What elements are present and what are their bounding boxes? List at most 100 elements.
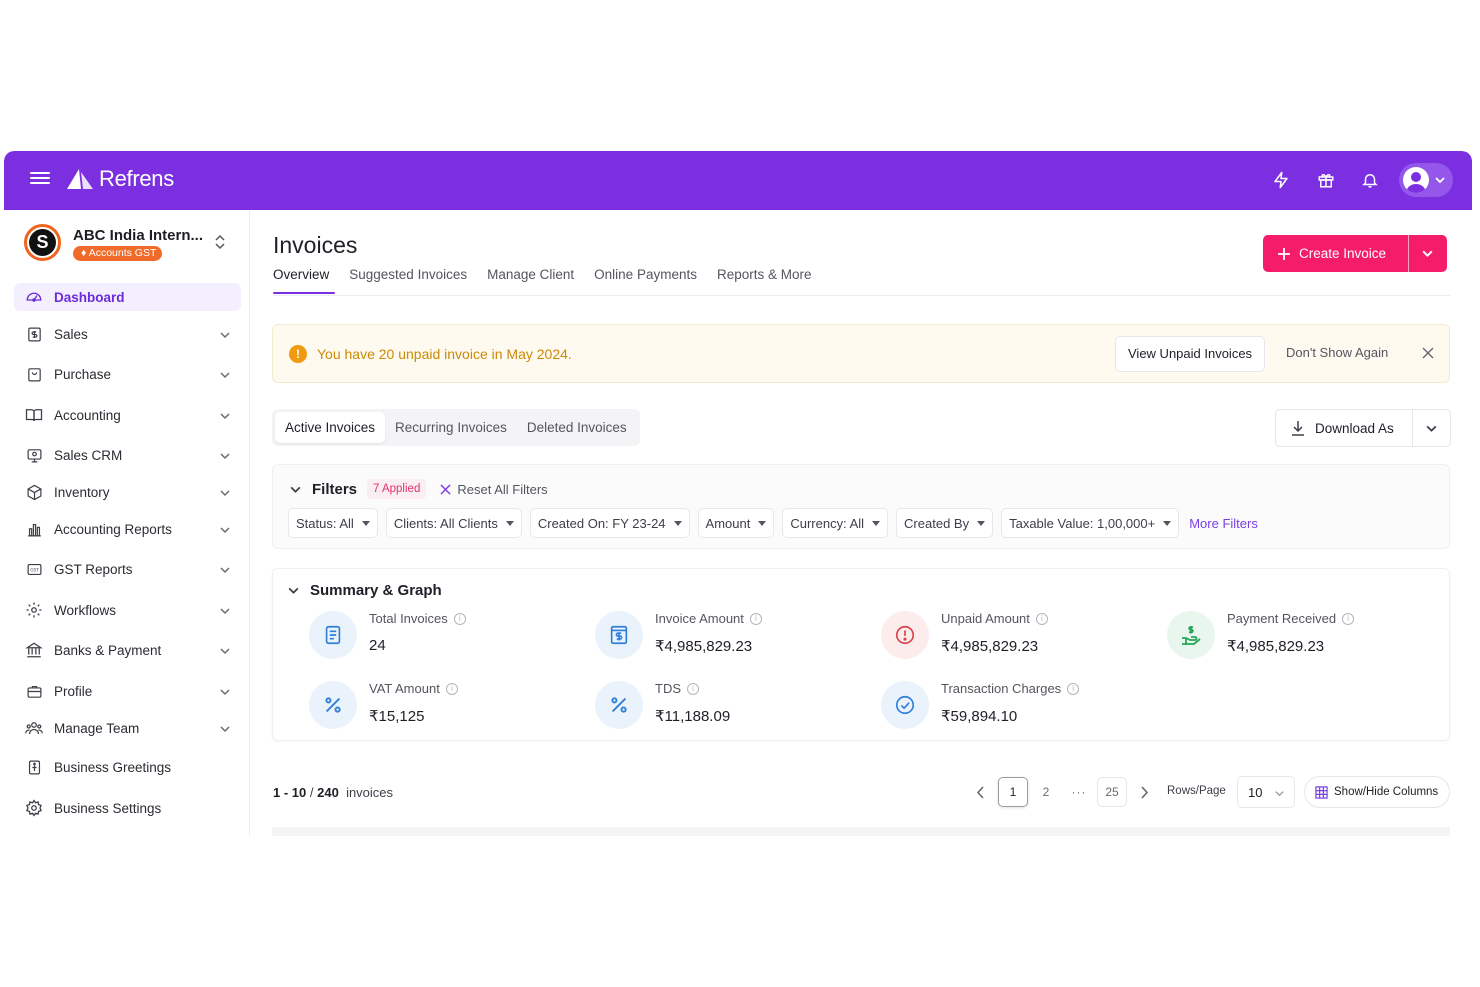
hamburger-menu-icon[interactable] [30, 169, 50, 189]
tab-recurring-invoices[interactable]: Recurring Invoices [385, 412, 517, 443]
create-invoice-button[interactable]: Create Invoice [1263, 235, 1409, 272]
sidebar-item-label: Inventory [54, 484, 110, 500]
chevron-down-icon[interactable] [219, 604, 231, 622]
info-icon[interactable]: i [1035, 612, 1048, 625]
sidebar-item-profile[interactable]: Profile [14, 677, 241, 705]
diamond-icon: ♦ [81, 247, 89, 259]
sidebar-item-manage-team[interactable]: Manage Team [14, 714, 241, 742]
team-icon [24, 718, 44, 738]
dollar-bill-icon [595, 611, 643, 659]
close-icon[interactable] [1421, 346, 1435, 365]
tabs-divider [273, 295, 1450, 296]
brand-name: Refrens [99, 166, 174, 191]
stat-label: TDS i [655, 681, 699, 696]
chevron-down-icon[interactable] [219, 563, 231, 581]
columns-grid-icon [1315, 785, 1328, 799]
rows-per-page-label: Rows/Page [1167, 785, 1226, 797]
sidebar-item-dashboard[interactable]: Dashboard [14, 283, 241, 311]
chevron-down-icon[interactable] [219, 368, 231, 386]
chevron-down-icon[interactable] [219, 523, 231, 541]
page-title: Invoices [273, 232, 358, 258]
download-dropdown[interactable] [1413, 422, 1450, 435]
sidebar-item-inventory[interactable]: Inventory [14, 478, 241, 506]
chevron-down-icon[interactable] [219, 328, 231, 346]
filter-created-on[interactable]: Created On: FY 23-24 [529, 508, 690, 538]
chevron-down-icon[interactable] [219, 644, 231, 662]
download-as-split-button: Download As [1275, 409, 1451, 447]
info-icon[interactable]: i [453, 612, 466, 625]
tab-deleted-invoices[interactable]: Deleted Invoices [517, 412, 637, 443]
gift-icon[interactable] [1314, 168, 1338, 192]
stat-value: ₹15,125 [369, 708, 425, 725]
page-25-button[interactable]: 25 [1097, 777, 1127, 807]
sidebar-item-sales-crm[interactable]: Sales CRM [14, 441, 241, 469]
bell-icon[interactable] [1358, 168, 1382, 192]
sidebar-item-accounting[interactable]: Accounting [14, 401, 241, 429]
tab-reports-more[interactable]: Reports & More [717, 267, 812, 294]
tab-active-invoices[interactable]: Active Invoices [275, 412, 386, 443]
tab-online-payments[interactable]: Online Payments [594, 267, 697, 294]
tab-manage-client[interactable]: Manage Client [487, 267, 574, 294]
sidebar-item-purchase[interactable]: Purchase [14, 360, 241, 388]
page-tabs: Overview Suggested Invoices Manage Clien… [273, 267, 832, 294]
sidebar-item-business-greetings[interactable]: Business Greetings [14, 753, 241, 781]
summary-header[interactable]: Summary & Graph [287, 582, 442, 599]
sidebar-item-gst-reports[interactable]: GST GST Reports [14, 555, 241, 583]
sidebar-item-accounting-reports[interactable]: Accounting Reports [14, 515, 241, 543]
view-unpaid-invoices-button[interactable]: View Unpaid Invoices [1115, 336, 1266, 372]
org-switcher[interactable]: S ABC India Intern... ♦ Accounts GST [24, 224, 244, 264]
download-as-label: Download As [1315, 420, 1394, 436]
rows-per-page-select[interactable]: 10 [1237, 776, 1295, 808]
sidebar-item-sales[interactable]: Sales [14, 320, 241, 348]
switch-org-icon[interactable] [214, 234, 226, 255]
lightning-icon[interactable] [1269, 168, 1293, 192]
user-avatar-menu[interactable] [1399, 163, 1453, 197]
download-as-button[interactable]: Download As [1276, 410, 1414, 446]
caret-down-icon [505, 520, 514, 526]
brand-logo[interactable]: Refrens [67, 166, 174, 192]
chevron-down-icon[interactable] [219, 449, 231, 467]
page-2-button[interactable]: 2 [1031, 777, 1061, 807]
info-icon[interactable]: i [1067, 682, 1080, 695]
gst-icon: GST [24, 559, 44, 579]
info-icon[interactable]: i [1342, 612, 1355, 625]
more-filters-link[interactable]: More Filters [1189, 516, 1258, 531]
filter-taxable-value[interactable]: Taxable Value: 1,00,000+ [1001, 508, 1180, 538]
stat-tds: TDS i ₹11,188.09 [595, 681, 865, 731]
reset-all-filters-button[interactable]: Reset All Filters [440, 482, 548, 497]
chevron-down-icon[interactable] [289, 483, 302, 496]
next-page-icon[interactable] [1134, 777, 1154, 807]
info-icon[interactable]: i [749, 612, 762, 625]
chevron-down-icon[interactable] [219, 685, 231, 703]
briefcase-icon [24, 681, 44, 701]
filter-clients[interactable]: Clients: All Clients [385, 508, 522, 538]
page-ellipsis[interactable]: ··· [1064, 777, 1094, 807]
show-hide-columns-button[interactable]: Show/Hide Columns [1304, 776, 1450, 808]
caret-down-icon [872, 520, 881, 526]
filter-status[interactable]: Status: All [288, 508, 378, 538]
stat-label-text: Total Invoices [369, 611, 448, 626]
filter-currency[interactable]: Currency: All [782, 508, 889, 538]
dont-show-again-link[interactable]: Don't Show Again [1286, 345, 1388, 360]
sidebar-item-business-settings[interactable]: Business Settings [14, 794, 241, 822]
stat-label: VAT Amount i [369, 681, 458, 696]
alert-message: You have 20 unpaid invoice in May 2024. [317, 346, 572, 362]
tab-suggested-invoices[interactable]: Suggested Invoices [349, 267, 467, 294]
info-icon[interactable]: i [445, 682, 458, 695]
prev-page-icon[interactable] [970, 777, 990, 807]
info-icon[interactable]: i [687, 682, 699, 695]
filter-created-by[interactable]: Created By [896, 508, 994, 538]
sidebar-item-banks-payment[interactable]: Banks & Payment [14, 636, 241, 664]
create-invoice-dropdown[interactable] [1409, 247, 1446, 260]
filter-amount[interactable]: Amount [697, 508, 775, 538]
summary-title: Summary & Graph [310, 582, 442, 599]
stat-payment-received: Payment Received i ₹4,985,829.23 [1167, 611, 1437, 661]
plus-icon [1278, 247, 1290, 260]
chevron-down-icon[interactable] [219, 722, 231, 740]
page-1-button[interactable]: 1 [998, 777, 1028, 807]
filter-chip-label: Clients: All Clients [393, 515, 498, 531]
tab-overview[interactable]: Overview [273, 267, 336, 294]
chevron-down-icon[interactable] [219, 486, 231, 504]
sidebar-item-workflows[interactable]: Workflows [14, 596, 241, 624]
chevron-down-icon[interactable] [219, 409, 231, 427]
